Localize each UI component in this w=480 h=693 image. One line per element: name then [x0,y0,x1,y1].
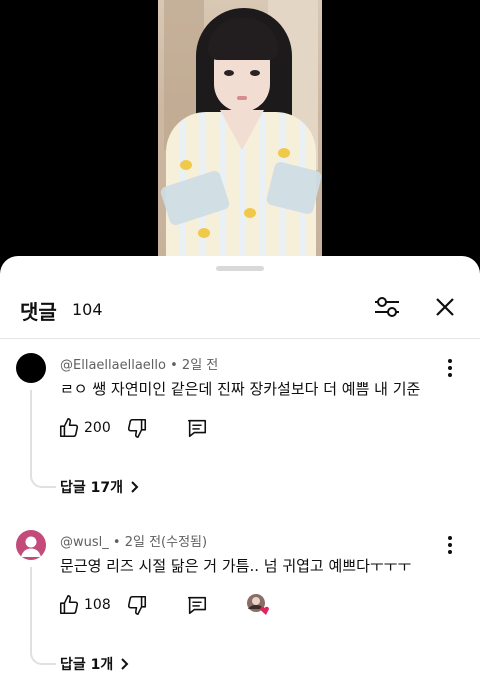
default-avatar-icon [21,536,41,557]
replies-label: 답글 17개 [60,480,123,496]
creator-heart-icon [247,594,269,615]
reply-comment-icon [187,419,207,438]
close-button[interactable] [430,292,460,322]
creator-heart [246,593,269,615]
replies-label: 답글 1개 [60,657,114,673]
dislike-button[interactable] [126,593,148,617]
comment-author[interactable]: @wusl_ [60,535,109,550]
view-replies-button[interactable]: 답글 1개 [60,654,131,674]
comments-panel: 댓글 104 @Ellaellaellaello • 2일 전 ㄹㅇ 쌩 자연미… [0,256,480,693]
comment-time: 2일 전(수정됨) [124,535,208,550]
like-button[interactable] [58,416,80,440]
view-replies-button[interactable]: 답글 17개 [60,477,141,497]
comment-author[interactable]: @Ellaellaellaello [60,358,166,373]
comments-title: 댓글 [20,300,57,324]
more-vert-icon [448,536,452,540]
comment-more-button[interactable] [440,533,460,557]
video-player[interactable] [158,0,322,262]
thread-line [30,390,56,488]
drag-handle[interactable] [216,266,264,271]
thumb-up-icon [59,595,79,615]
reply-comment-icon [187,596,207,615]
reply-button[interactable] [186,593,208,617]
comments-count: 104 [72,300,103,319]
thumb-down-icon [127,418,147,438]
like-count: 200 [84,420,111,436]
meta-separator: • [112,535,125,550]
like-button[interactable] [58,593,80,617]
chevron-right-icon [121,658,129,670]
thread-line [30,567,56,665]
avatar[interactable] [16,353,46,383]
filter-sliders-icon [375,297,399,317]
thumb-up-icon [59,418,79,438]
thumb-down-icon [127,595,147,615]
chevron-right-icon [131,481,139,493]
comment-time: 2일 전 [181,358,219,373]
avatar[interactable] [16,530,46,560]
like-count: 108 [84,597,111,613]
comment-more-button[interactable] [440,356,460,380]
close-icon [436,298,454,316]
more-vert-icon [448,359,452,363]
shorts-comments-screen: 댓글 104 @Ellaellaellaello • 2일 전 ㄹㅇ 쌩 자연미… [0,0,480,693]
meta-separator: • [170,358,182,373]
comment-text: ㄹㅇ 쌩 자연미인 같은데 진짜 장카설보다 더 예쁨 내 기준 [60,380,421,398]
comment-text: 문근영 리즈 시절 닮은 거 가틈.. 넘 귀엽고 예쁘다ㅜㅜㅜ [60,557,412,575]
reply-button[interactable] [186,416,208,440]
dislike-button[interactable] [126,416,148,440]
header-divider [0,338,480,339]
filter-button[interactable] [372,292,402,322]
